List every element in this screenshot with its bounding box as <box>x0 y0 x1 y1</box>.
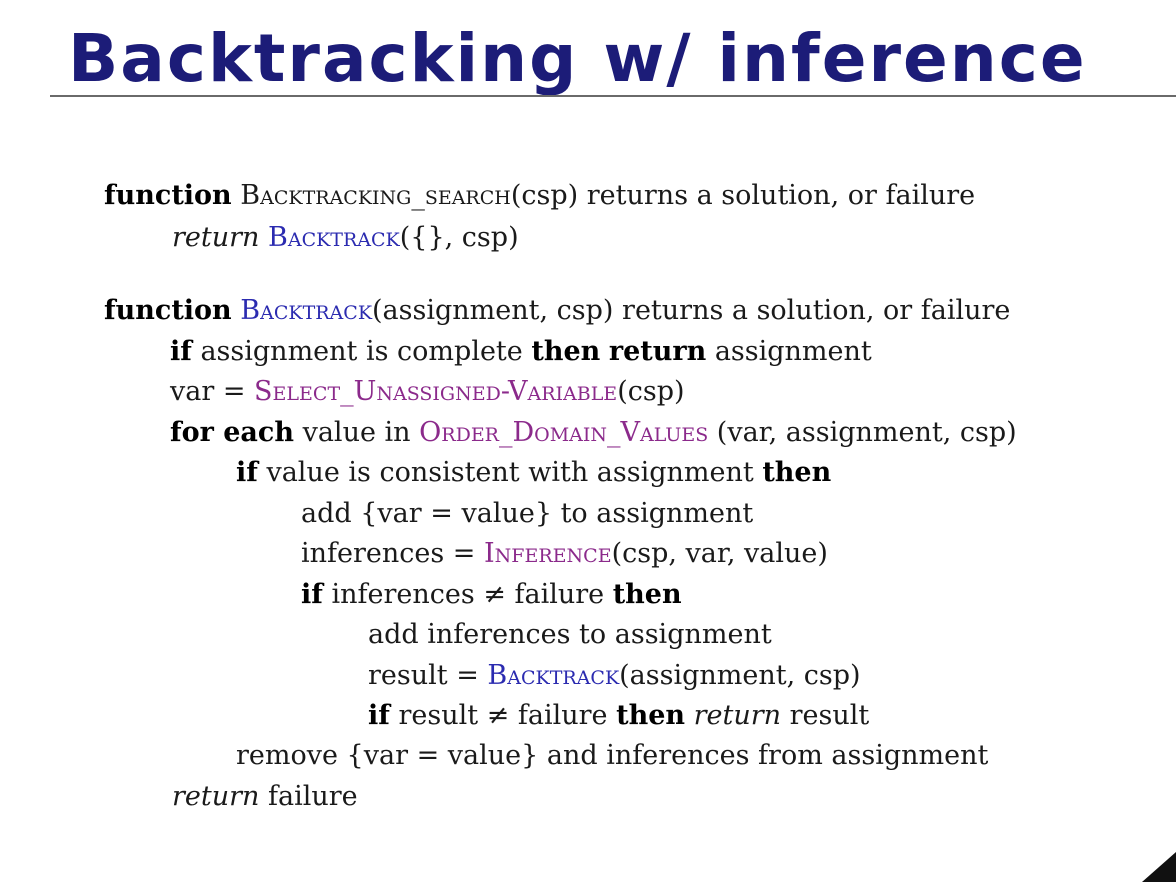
line-backtrack-header: function Backtrack(assignment, csp) retu… <box>104 293 1010 329</box>
statement-text: add {var = value} to assignment <box>301 498 754 529</box>
statement-text: add inferences to assignment <box>368 619 772 650</box>
returns-clause: returns a solution, or failure <box>613 295 1011 326</box>
call-args: (assignment, csp) <box>619 660 861 691</box>
keyword-if: if <box>368 700 390 731</box>
keyword-return: return <box>172 781 260 812</box>
assignment-text: var = <box>170 376 255 407</box>
keyword-if: if <box>236 457 258 488</box>
keyword-then: then <box>616 700 686 731</box>
loop-text: value in <box>294 417 420 448</box>
condition-text: inferences ≠ failure <box>322 579 613 610</box>
line-if-consistent: if value is consistent with assignment t… <box>236 455 831 491</box>
statement-text: remove {var = value} and inferences from… <box>236 740 989 771</box>
algorithm-pseudocode: function Backtracking_search(csp) return… <box>0 0 1176 882</box>
line-return-backtrack: return Backtrack({}, csp) <box>172 220 519 256</box>
line-inferences: inferences = Inference(csp, var, value) <box>301 536 828 572</box>
line-add-inferences: add inferences to assignment <box>368 617 772 653</box>
call-args: (csp) <box>617 376 685 407</box>
function-call-order-domain-values: Order_Domain_Values <box>419 417 709 448</box>
line-backtracking-search-header: function Backtracking_search(csp) return… <box>104 178 975 214</box>
keyword-for-each: for each <box>170 417 294 448</box>
returns-clause: returns a solution, or failure <box>578 180 976 211</box>
line-for-each-value: for each value in Order_Domain_Values (v… <box>170 415 1017 451</box>
line-if-complete: if assignment is complete then return as… <box>170 334 872 370</box>
line-remove-assignment: remove {var = value} and inferences from… <box>236 738 988 774</box>
function-params: (csp) <box>510 180 579 211</box>
assignment-text: inferences = <box>301 538 485 569</box>
keyword-if: if <box>170 336 192 367</box>
line-add-assignment: add {var = value} to assignment <box>301 496 753 532</box>
condition-text: assignment is complete <box>191 336 532 367</box>
keyword-if: if <box>301 579 323 610</box>
function-call-inference: Inference <box>484 538 612 569</box>
return-value: failure <box>259 781 358 812</box>
keyword-then: then <box>762 457 832 488</box>
keyword-return: return <box>608 336 707 367</box>
function-name-backtrack: Backtrack <box>240 295 373 326</box>
call-args: (var, assignment, csp) <box>708 417 1017 448</box>
function-params: (assignment, csp) <box>372 295 614 326</box>
keyword-function: function <box>104 295 232 326</box>
call-args: ({}, csp) <box>399 222 519 253</box>
assignment-text: result = <box>368 660 488 691</box>
keyword-function: function <box>104 180 232 211</box>
line-select-variable: var = Select_Unassigned-Variable(csp) <box>170 374 685 410</box>
keyword-then: then <box>612 579 682 610</box>
return-value: result <box>781 700 870 731</box>
keyword-return: return <box>693 700 782 731</box>
line-result-backtrack: result = Backtrack(assignment, csp) <box>368 658 861 694</box>
condition-text: result ≠ failure <box>389 700 617 731</box>
keyword-return: return <box>172 222 260 253</box>
return-value: assignment <box>706 336 872 367</box>
line-if-inferences: if inferences ≠ failure then <box>301 577 682 613</box>
keyword-then: then <box>531 336 601 367</box>
function-call-select-unassigned-variable: Select_Unassigned-Variable <box>254 376 618 407</box>
function-call-backtrack: Backtrack <box>268 222 400 253</box>
function-call-backtrack: Backtrack <box>487 660 620 691</box>
function-name-backtracking-search: Backtracking_search <box>240 180 511 211</box>
line-if-result: if result ≠ failure then return result <box>368 698 869 734</box>
call-args: (csp, var, value) <box>611 538 828 569</box>
line-return-failure: return failure <box>172 779 358 815</box>
condition-text: value is consistent with assignment <box>257 457 763 488</box>
